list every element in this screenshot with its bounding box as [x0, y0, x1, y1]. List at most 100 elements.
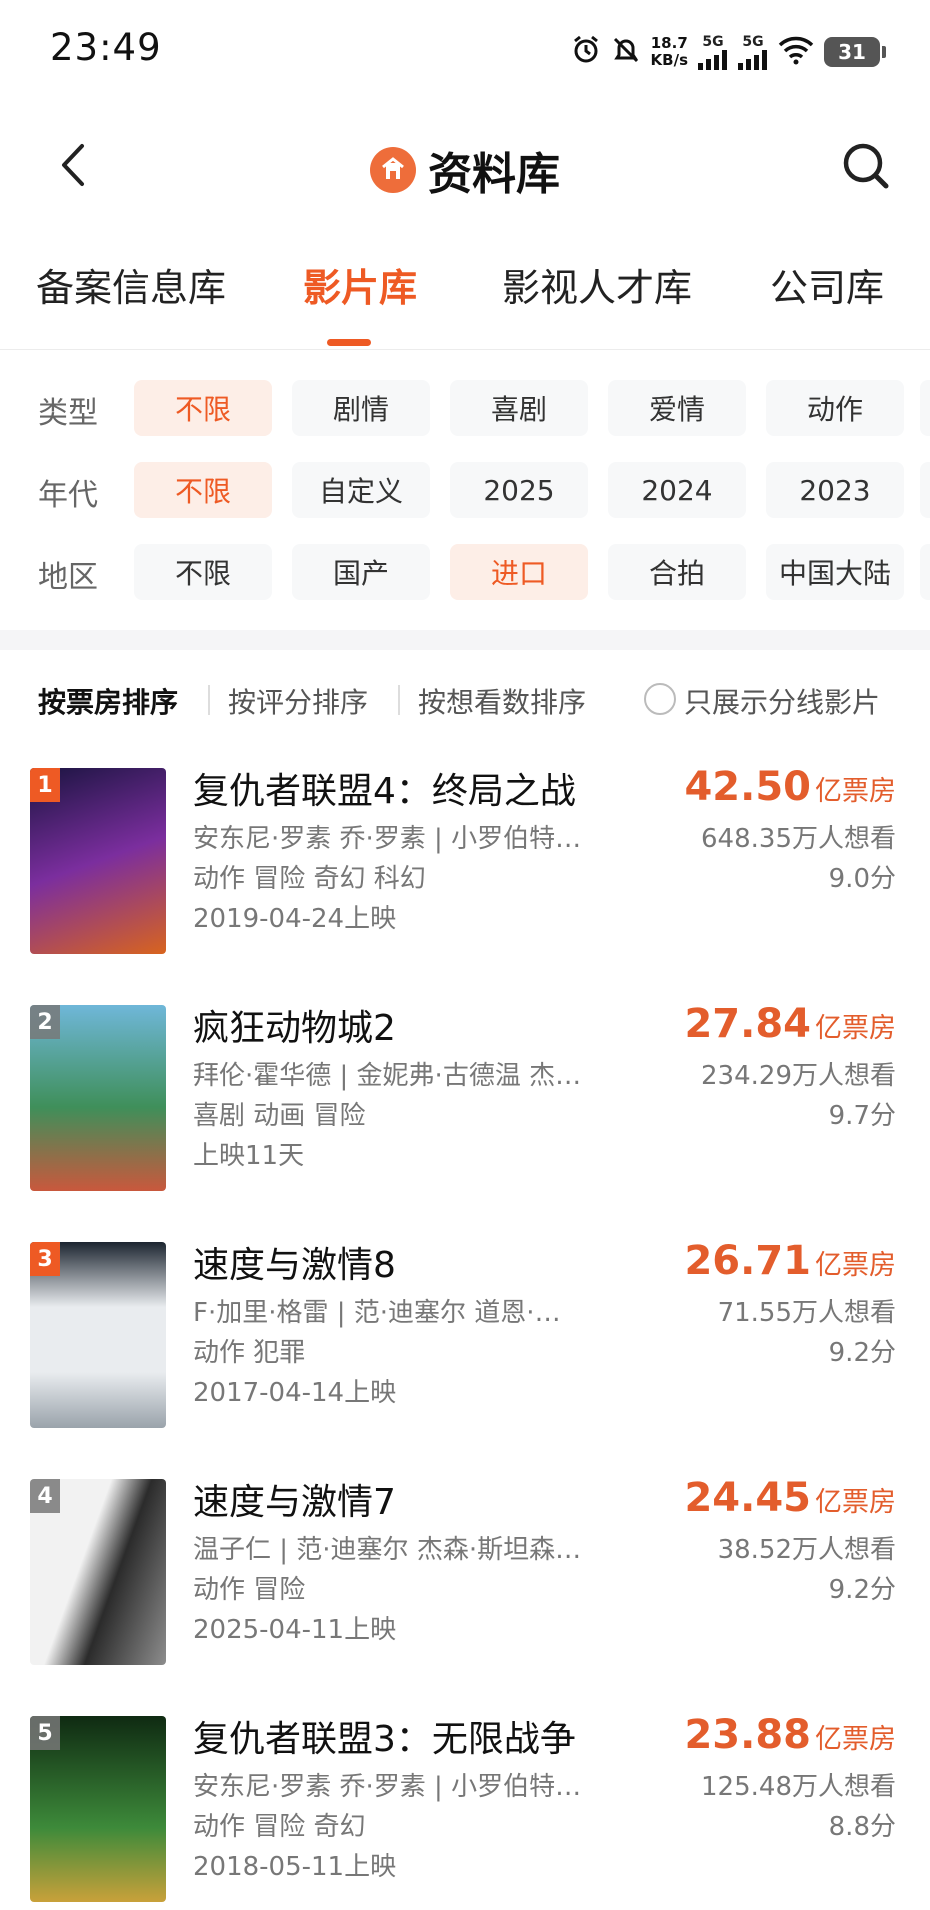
year-chip[interactable]: 自定义	[292, 462, 430, 518]
sort-by-rating[interactable]: 按评分排序	[228, 681, 368, 721]
sort-by-want-count[interactable]: 按想看数排序	[418, 681, 586, 721]
only-split-films-radio[interactable]	[644, 683, 676, 715]
film-cast: 安东尼·罗素 乔·罗素 | 小罗伯特…	[193, 1772, 582, 1802]
film-poster[interactable]: 3	[30, 1242, 166, 1428]
box-office-value: 23.88	[684, 1712, 811, 1758]
box-office: 23.88 亿票房	[684, 1712, 896, 1758]
film-release: 2025-04-11上映	[193, 1615, 397, 1645]
film-title: 速度与激情7	[193, 1482, 396, 1523]
status-icons: 18.7 KB/s 5G 5G 31	[571, 30, 886, 74]
year-chip-overflow[interactable]	[920, 462, 930, 518]
film-release: 2019-04-24上映	[193, 904, 397, 934]
genre-chip[interactable]: 喜剧	[450, 380, 588, 436]
page-title: 资料库	[428, 149, 560, 200]
film-score: 9.2分	[828, 1338, 896, 1368]
tab-companies[interactable]: 公司库	[770, 257, 884, 312]
film-score: 9.7分	[828, 1101, 896, 1131]
film-poster[interactable]: 5	[30, 1716, 166, 1902]
sort-by-box-office[interactable]: 按票房排序	[38, 681, 178, 721]
film-release: 2017-04-14上映	[193, 1378, 397, 1408]
signal-sim2: 5G	[738, 33, 768, 70]
library-tabs: 备案信息库 影片库 影视人才库 公司库	[0, 245, 930, 350]
signal-bars-icon	[698, 49, 727, 70]
want-count: 234.29万人想看	[701, 1061, 896, 1091]
film-cast: 拜伦·霍华德 | 金妮弗·古德温 杰…	[193, 1061, 582, 1091]
year-chip[interactable]: 2025	[450, 462, 588, 518]
film-item[interactable]: 4 速度与激情7 温子仁 | 范·迪塞尔 杰森·斯坦森… 动作 冒险 2025-…	[0, 1471, 930, 1665]
rank-badge: 3	[30, 1242, 60, 1276]
box-office-unit: 亿票房	[815, 1013, 896, 1044]
year-chip[interactable]: 2024	[608, 462, 746, 518]
film-poster[interactable]: 1	[30, 768, 166, 954]
header: 资料库	[0, 120, 930, 210]
status-time: 23:49	[50, 26, 162, 69]
tab-films[interactable]: 影片库	[303, 257, 417, 312]
year-chip[interactable]: 2023	[766, 462, 904, 518]
film-item[interactable]: 1 复仇者联盟4：终局之战 安东尼·罗素 乔·罗素 | 小罗伯特… 动作 冒险 …	[0, 760, 930, 954]
film-item[interactable]: 2 疯狂动物城2 拜伦·霍华德 | 金妮弗·古德温 杰… 喜剧 动画 冒险 上映…	[0, 997, 930, 1191]
rank-badge: 1	[30, 768, 60, 802]
film-title: 疯狂动物城2	[193, 1008, 396, 1049]
film-cast: F·加里·格雷 | 范·迪塞尔 道恩·…	[193, 1298, 561, 1328]
year-chip[interactable]: 不限	[134, 462, 272, 518]
box-office-unit: 亿票房	[815, 1724, 896, 1755]
tab-filing-info[interactable]: 备案信息库	[36, 257, 226, 312]
want-count: 125.48万人想看	[701, 1772, 896, 1802]
genre-chip[interactable]: 爱情	[608, 380, 746, 436]
film-poster[interactable]: 2	[30, 1005, 166, 1191]
box-office: 26.71 亿票房	[684, 1238, 896, 1284]
only-split-films-label[interactable]: 只展示分线影片	[684, 681, 880, 721]
network-speed: 18.7 KB/s	[651, 35, 688, 69]
film-title: 复仇者联盟4：终局之战	[193, 771, 576, 812]
region-chip[interactable]: 中国大陆	[766, 544, 904, 600]
region-chip-overflow[interactable]	[920, 544, 930, 600]
box-office-unit: 亿票房	[815, 1487, 896, 1518]
library-logo-icon	[370, 147, 416, 193]
box-office-unit: 亿票房	[815, 1250, 896, 1281]
filter-label-year: 年代	[38, 478, 98, 513]
search-button[interactable]	[836, 136, 896, 196]
tab-talent[interactable]: 影视人才库	[502, 257, 692, 312]
region-chip[interactable]: 合拍	[608, 544, 746, 600]
wifi-icon	[778, 35, 814, 69]
genre-chip[interactable]: 剧情	[292, 380, 430, 436]
film-item[interactable]: 3 速度与激情8 F·加里·格雷 | 范·迪塞尔 道恩·… 动作 犯罪 2017…	[0, 1234, 930, 1428]
filter-row-genre: 类型 不限 剧情 喜剧 爱情 动作	[0, 380, 930, 438]
film-genres: 动作 冒险	[193, 1575, 306, 1605]
film-item[interactable]: 5 复仇者联盟3：无限战争 安东尼·罗素 乔·罗素 | 小罗伯特… 动作 冒险 …	[0, 1708, 930, 1902]
genre-chip[interactable]: 动作	[766, 380, 904, 436]
film-genres: 喜剧 动画 冒险	[193, 1101, 366, 1131]
sim1-label: 5G	[702, 33, 724, 50]
box-office-value: 26.71	[684, 1238, 811, 1284]
film-release: 2018-05-11上映	[193, 1852, 397, 1882]
signal-sim1: 5G	[698, 33, 728, 70]
film-release: 上映11天	[193, 1141, 305, 1171]
filter-label-region: 地区	[38, 560, 98, 595]
sim2-label: 5G	[742, 33, 764, 50]
filter-label-genre: 类型	[38, 396, 98, 431]
film-genres: 动作 犯罪	[193, 1338, 306, 1368]
box-office-value: 24.45	[684, 1475, 811, 1521]
box-office: 27.84 亿票房	[684, 1001, 896, 1047]
region-chip[interactable]: 国产	[292, 544, 430, 600]
box-office-value: 27.84	[684, 1001, 811, 1047]
region-chip[interactable]: 进口	[450, 544, 588, 600]
film-cast: 温子仁 | 范·迪塞尔 杰森·斯坦森…	[193, 1535, 582, 1565]
title-wrap: 资料库	[0, 138, 930, 202]
rank-badge: 5	[30, 1716, 60, 1750]
film-poster[interactable]: 4	[30, 1479, 166, 1665]
genre-chip[interactable]: 不限	[134, 380, 272, 436]
region-chip[interactable]: 不限	[134, 544, 272, 600]
want-count: 38.52万人想看	[717, 1535, 896, 1565]
network-speed-value: 18.7	[650, 34, 688, 52]
network-speed-unit: KB/s	[650, 51, 688, 69]
box-office-unit: 亿票房	[815, 776, 896, 807]
sort-separator	[398, 685, 400, 715]
alarm-icon	[571, 35, 601, 69]
want-count: 71.55万人想看	[717, 1298, 896, 1328]
film-genres: 动作 冒险 奇幻	[193, 1812, 366, 1842]
box-office: 42.50 亿票房	[684, 764, 896, 810]
battery-indicator: 31	[824, 37, 886, 67]
film-score: 9.2分	[828, 1575, 896, 1605]
genre-chip-overflow[interactable]	[920, 380, 930, 436]
